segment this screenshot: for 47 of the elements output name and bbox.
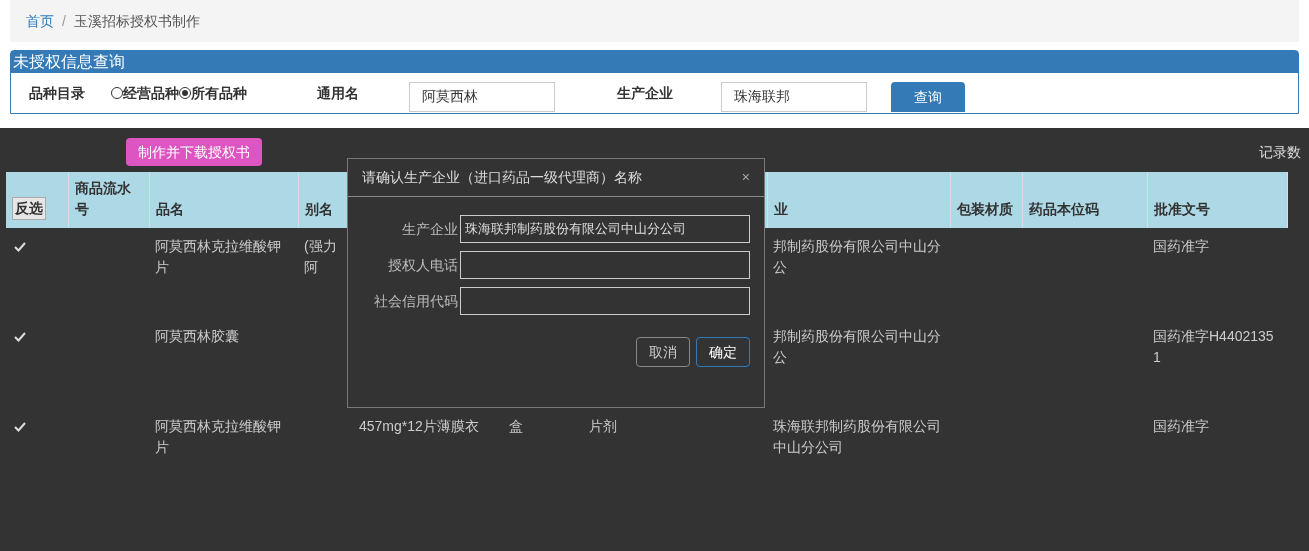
breadcrumb-current: 玉溪招标授权书制作	[73, 11, 200, 31]
breadcrumb-link[interactable]: 首页	[26, 10, 54, 32]
table-cell: 457mg*12片薄膜衣	[359, 418, 479, 434]
header-text: 品名	[155, 201, 184, 217]
breadcrumb-separator: /	[62, 11, 66, 31]
header-text: 业	[773, 201, 788, 217]
header-text: 包装材质	[956, 201, 1013, 217]
table-cell: 邦制药股份有限公司中山分公	[773, 328, 941, 365]
dialog-input[interactable]	[460, 251, 750, 279]
manufacturer-field[interactable]: 珠海联邦	[721, 82, 867, 112]
dialog-title: 请确认生产企业（进口药品一级代理商）名称	[362, 168, 642, 187]
table-cell: 片剂	[589, 418, 617, 434]
field-label: 生产企业	[401, 219, 458, 239]
table-cell: 国药准字H44021351	[1153, 328, 1274, 365]
checkmark-icon[interactable]	[14, 422, 26, 433]
table-cell: 阿莫西林克拉维酸钾片	[155, 418, 281, 455]
invert-select-button[interactable]: 反选	[12, 197, 46, 220]
field-label: 生产企业	[617, 83, 674, 103]
dialog-input[interactable]	[460, 287, 750, 315]
table-cell: 国药准字	[1153, 418, 1209, 434]
cancel-button[interactable]: 取消	[636, 337, 690, 367]
table-cell: 盒	[509, 418, 523, 434]
field-label: 授权人电话	[387, 255, 458, 275]
confirm-button[interactable]: 确定	[696, 337, 750, 367]
checkmark-icon[interactable]	[14, 242, 26, 253]
field-label: 品种目录	[29, 83, 86, 103]
query-button[interactable]: 查询	[891, 82, 965, 112]
radio-option[interactable]: 所有品种	[179, 82, 247, 104]
header-text: 商品流水号	[74, 180, 131, 217]
header-text: 批准文号	[1153, 201, 1210, 217]
header-text: 药品本位码	[1028, 201, 1099, 217]
field-label: 社会信用代码	[373, 291, 458, 311]
generic-name-field[interactable]: 阿莫西林	[409, 82, 555, 112]
close-button[interactable]: ×	[741, 167, 750, 188]
table-cell: 阿莫西林克拉维酸钾片	[155, 238, 281, 275]
checkmark-icon[interactable]	[14, 332, 26, 343]
radio-option[interactable]: 经营品种	[111, 82, 179, 104]
record-count: 记录数	[1259, 142, 1301, 162]
header-text: 别名	[304, 201, 333, 217]
field-label: 通用名	[317, 83, 360, 103]
table-cell: 邦制药股份有限公司中山分公	[773, 238, 941, 275]
dialog-input[interactable]: 珠海联邦制药股份有限公司中山分公司	[460, 215, 750, 243]
table-cell: (强力阿	[304, 238, 337, 275]
table-cell: 珠海联邦制药股份有限公司中山分公司	[773, 418, 941, 455]
table-cell: 国药准字	[1153, 238, 1209, 254]
panel-title: 未授权信息查询	[11, 51, 1298, 73]
table-cell: 阿莫西林胶囊	[155, 328, 239, 344]
